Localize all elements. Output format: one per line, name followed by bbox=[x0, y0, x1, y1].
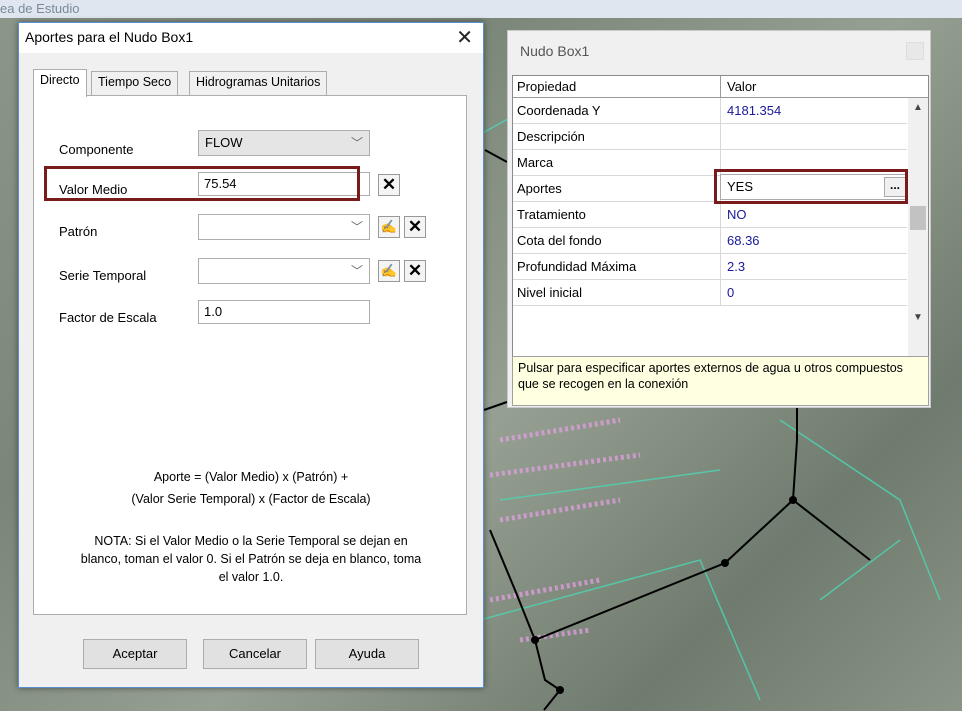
patron-label: Patrón bbox=[59, 224, 98, 239]
property-value: 4181.354 bbox=[727, 103, 782, 118]
formula-line-1: Aporte = (Valor Medio) x (Patrón) + bbox=[153, 470, 349, 484]
property-row[interactable]: Descripción bbox=[513, 124, 907, 150]
note-line-3: el valor 1.0. bbox=[218, 570, 284, 584]
column-header-property: Propiedad bbox=[517, 79, 577, 94]
property-editor: Nudo Box1 Propiedad Valor Coordenada Y 4… bbox=[507, 30, 931, 408]
property-grid-scrollbar[interactable]: ▲ ▼ bbox=[908, 98, 928, 372]
main-window-title: ea de Estudio bbox=[0, 1, 80, 16]
property-name: Marca bbox=[517, 155, 554, 170]
dialog-titlebar: Aportes para el Nudo Box1 ✕ bbox=[19, 23, 483, 53]
serie-temporal-select[interactable]: ﹀ bbox=[198, 258, 370, 284]
chevron-down-icon: ﹀ bbox=[350, 220, 363, 234]
chevron-down-icon: ﹀ bbox=[350, 136, 363, 150]
property-description: Pulsar para especificar aportes externos… bbox=[512, 356, 929, 406]
property-name: Aportes bbox=[517, 181, 562, 196]
scroll-down-icon[interactable]: ▼ bbox=[913, 312, 923, 323]
property-value: NO bbox=[727, 207, 747, 222]
row-divider bbox=[720, 228, 721, 254]
componente-select[interactable]: FLOW ﹀ bbox=[198, 130, 370, 156]
row-divider bbox=[720, 124, 721, 150]
header-divider bbox=[720, 76, 721, 98]
row-divider bbox=[720, 202, 721, 228]
ayuda-button[interactable]: Ayuda bbox=[315, 639, 419, 669]
property-row[interactable]: Nivel inicial 0 bbox=[513, 280, 907, 306]
tab-hidrogramas-unitarios[interactable]: Hidrogramas Unitarios bbox=[189, 71, 328, 95]
componente-label: Componente bbox=[59, 142, 134, 157]
property-grid-header: Propiedad Valor bbox=[513, 76, 928, 98]
componente-value: FLOW bbox=[205, 135, 243, 150]
property-grid: Propiedad Valor Coordenada Y 4181.354 De… bbox=[512, 75, 929, 373]
clear-patron-button[interactable]: ✕ bbox=[404, 216, 426, 238]
property-row[interactable]: Profundidad Máxima 2.3 bbox=[513, 254, 907, 280]
tab-directo[interactable]: Directo bbox=[33, 69, 87, 97]
property-name: Tratamiento bbox=[517, 207, 586, 222]
directo-panel: Componente FLOW ﹀ Valor Medio 75.54 ✕ Pa… bbox=[33, 95, 467, 615]
close-icon[interactable]: ✕ bbox=[456, 25, 473, 50]
property-name: Descripción bbox=[517, 129, 585, 144]
patron-select[interactable]: ﹀ bbox=[198, 214, 370, 240]
column-header-value: Valor bbox=[727, 79, 757, 94]
property-editor-title: Nudo Box1 bbox=[520, 43, 590, 59]
tab-tiempo-seco[interactable]: Tiempo Seco bbox=[91, 71, 179, 95]
property-value: 2.3 bbox=[727, 259, 746, 274]
edit-serie-button[interactable]: ✍ bbox=[378, 260, 400, 282]
row-divider bbox=[720, 280, 721, 306]
property-row[interactable]: Tratamiento NO bbox=[513, 202, 907, 228]
aportes-highlight bbox=[714, 169, 908, 204]
row-divider bbox=[720, 254, 721, 280]
formula-line-2: (Valor Serie Temporal) x (Factor de Esca… bbox=[131, 492, 371, 506]
dialog-title: Aportes para el Nudo Box1 bbox=[25, 29, 194, 45]
property-value: 0 bbox=[727, 285, 735, 300]
note-line-1: NOTA: Si el Valor Medio o la Serie Tempo… bbox=[94, 534, 408, 548]
main-window-title-strip: ea de Estudio bbox=[0, 0, 962, 18]
property-row[interactable]: Cota del fondo 68.36 bbox=[513, 228, 907, 254]
valor-medio-highlight bbox=[44, 166, 360, 201]
scroll-thumb[interactable] bbox=[910, 206, 926, 230]
property-editor-close-button[interactable] bbox=[906, 42, 924, 60]
serie-temporal-label: Serie Temporal bbox=[59, 268, 147, 283]
clear-serie-button[interactable]: ✕ bbox=[404, 260, 426, 282]
aceptar-button[interactable]: Aceptar bbox=[83, 639, 187, 669]
factor-escala-input[interactable]: 1.0 bbox=[198, 300, 370, 324]
property-name: Profundidad Máxima bbox=[517, 259, 637, 274]
note-line-2: blanco, toman el valor 0. Si el Patrón s… bbox=[80, 552, 422, 566]
edit-patron-button[interactable]: ✍ bbox=[378, 216, 400, 238]
property-name: Coordenada Y bbox=[517, 103, 601, 118]
property-value: 68.36 bbox=[727, 233, 760, 248]
inflows-dialog: Aportes para el Nudo Box1 ✕ Directo Tiem… bbox=[18, 22, 484, 688]
scroll-up-icon[interactable]: ▲ bbox=[913, 102, 923, 113]
clear-valor-medio-button[interactable]: ✕ bbox=[378, 174, 400, 196]
factor-escala-label: Factor de Escala bbox=[59, 310, 157, 325]
property-row[interactable]: Coordenada Y 4181.354 bbox=[513, 98, 907, 124]
row-divider bbox=[720, 98, 721, 124]
chevron-down-icon: ﹀ bbox=[350, 264, 363, 278]
property-name: Cota del fondo bbox=[517, 233, 602, 248]
property-name: Nivel inicial bbox=[517, 285, 583, 300]
cancelar-button[interactable]: Cancelar bbox=[203, 639, 307, 669]
